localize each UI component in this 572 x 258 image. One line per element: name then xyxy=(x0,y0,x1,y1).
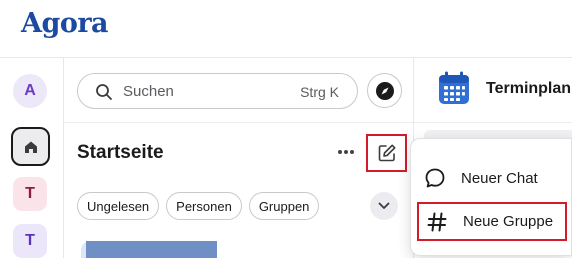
menu-item-label: Neuer Chat xyxy=(461,169,538,187)
app-logo[interactable]: Agora xyxy=(21,8,109,39)
schedule-title: Terminplan xyxy=(486,80,572,97)
new-chat-button[interactable] xyxy=(366,134,407,172)
space-rail: A T T xyxy=(0,58,64,258)
more-options-button[interactable] xyxy=(332,140,360,164)
filter-chips: Ungelesen Personen Gruppen xyxy=(77,192,320,220)
space-avatar-a[interactable]: A xyxy=(13,74,47,108)
search-icon xyxy=(96,84,112,100)
chat-list-panel: Suchen Strg K Startseite Ungelesen Perso… xyxy=(64,58,414,258)
home-icon xyxy=(24,141,37,153)
search-shortcut: Strg K xyxy=(300,84,339,100)
menu-item-new-chat[interactable]: Neuer Chat xyxy=(417,159,567,197)
new-item-menu: Neuer Chat Neue Gruppe xyxy=(410,138,572,256)
space-avatar-t[interactable]: T xyxy=(13,177,47,211)
filter-chip-unread[interactable]: Ungelesen xyxy=(77,192,160,220)
menu-item-new-group[interactable]: Neue Gruppe xyxy=(417,202,567,241)
space-avatar-label: T xyxy=(25,232,35,249)
compose-icon xyxy=(378,144,395,162)
space-avatar-label: T xyxy=(25,185,35,202)
filter-chip-groups[interactable]: Gruppen xyxy=(248,192,320,220)
divider xyxy=(64,122,414,123)
filter-chip-people[interactable]: Personen xyxy=(166,192,242,220)
more-horizontal-icon xyxy=(338,150,354,154)
calendar-icon xyxy=(439,71,469,104)
hash-icon xyxy=(419,211,455,233)
chat-bubble-icon xyxy=(417,167,453,189)
search-placeholder: Suchen xyxy=(123,83,174,100)
menu-item-label: Neue Gruppe xyxy=(463,213,554,230)
chevron-down-icon xyxy=(378,202,390,209)
space-avatar-label: A xyxy=(24,82,36,99)
chat-list-item[interactable] xyxy=(86,241,217,258)
expand-filters-button[interactable] xyxy=(370,192,398,220)
space-avatar-t[interactable]: T xyxy=(13,224,47,258)
compass-icon xyxy=(375,81,394,100)
explore-button[interactable] xyxy=(367,73,402,108)
home-button[interactable] xyxy=(11,127,50,166)
top-bar: Agora xyxy=(0,0,572,58)
page-title: Startseite xyxy=(77,142,164,163)
divider xyxy=(414,122,572,123)
search-input[interactable]: Suchen Strg K xyxy=(77,73,358,109)
